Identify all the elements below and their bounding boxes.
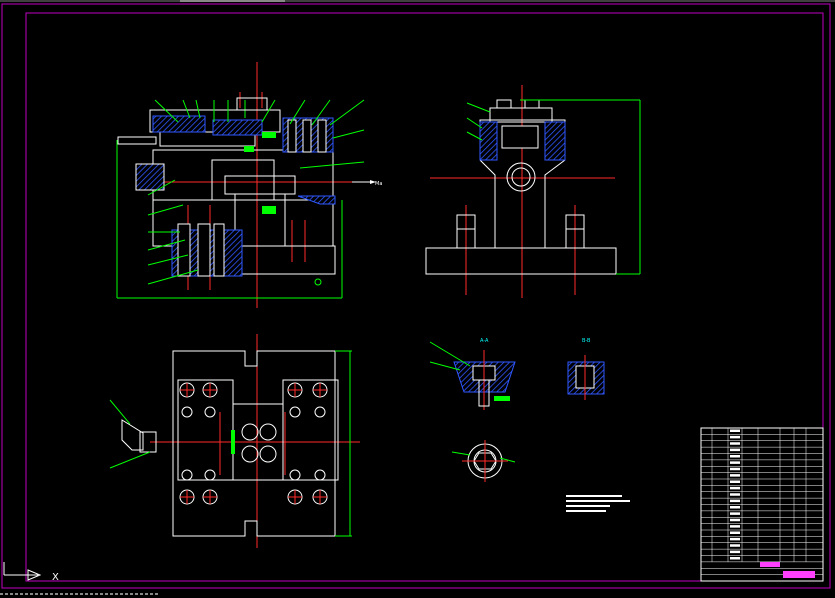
ucs-axis-label: X <box>52 572 59 583</box>
parts-list-cell-mark <box>730 518 740 522</box>
ucs-icon: X <box>3 562 59 583</box>
parts-list-cell-mark <box>730 506 740 509</box>
parts-list-cell-mark <box>730 442 740 445</box>
parts-list-cell-mark <box>730 525 740 528</box>
section-b-view[interactable]: B-B <box>567 338 605 400</box>
parts-list-cell-mark <box>730 486 740 490</box>
parts-list-cell-mark <box>730 474 740 477</box>
parts-list-cell-mark <box>730 435 740 439</box>
side-view[interactable] <box>425 85 641 298</box>
front-view-arrow-label: Ma <box>375 181 382 187</box>
parts-list-cell-mark <box>730 512 740 515</box>
parts-list-cell-mark <box>730 531 740 534</box>
parts-list-cell-mark <box>730 455 740 458</box>
parts-list-cell-mark <box>730 550 740 554</box>
parts-list-cell-mark <box>730 544 740 547</box>
top-view[interactable] <box>109 334 360 548</box>
parts-list-title-block[interactable] <box>700 427 824 582</box>
parts-list-cell-mark <box>730 448 740 452</box>
detail-view[interactable] <box>451 440 516 482</box>
parts-list-cell-mark <box>730 461 740 464</box>
title-block-code-field <box>760 562 780 567</box>
parts-list-cell-mark <box>730 467 740 471</box>
cad-drawing-canvas[interactable]: Ma A-A B-B X <box>0 0 835 598</box>
section-a-view[interactable]: A-A <box>429 338 516 410</box>
drawing-frame <box>1 3 831 589</box>
parts-list-cell-mark <box>730 429 740 432</box>
parts-list-cell-mark <box>730 480 740 483</box>
parts-list-cell-mark <box>730 499 740 503</box>
technical-notes <box>566 495 630 512</box>
title-block-name-field <box>783 571 815 578</box>
parts-list-cell-mark <box>730 537 740 541</box>
section-b-title: B-B <box>582 338 591 344</box>
section-a-title: A-A <box>480 338 489 344</box>
parts-list-cell-mark <box>730 493 740 496</box>
parts-list-cell-mark <box>730 557 740 560</box>
front-view[interactable]: Ma <box>116 62 382 308</box>
